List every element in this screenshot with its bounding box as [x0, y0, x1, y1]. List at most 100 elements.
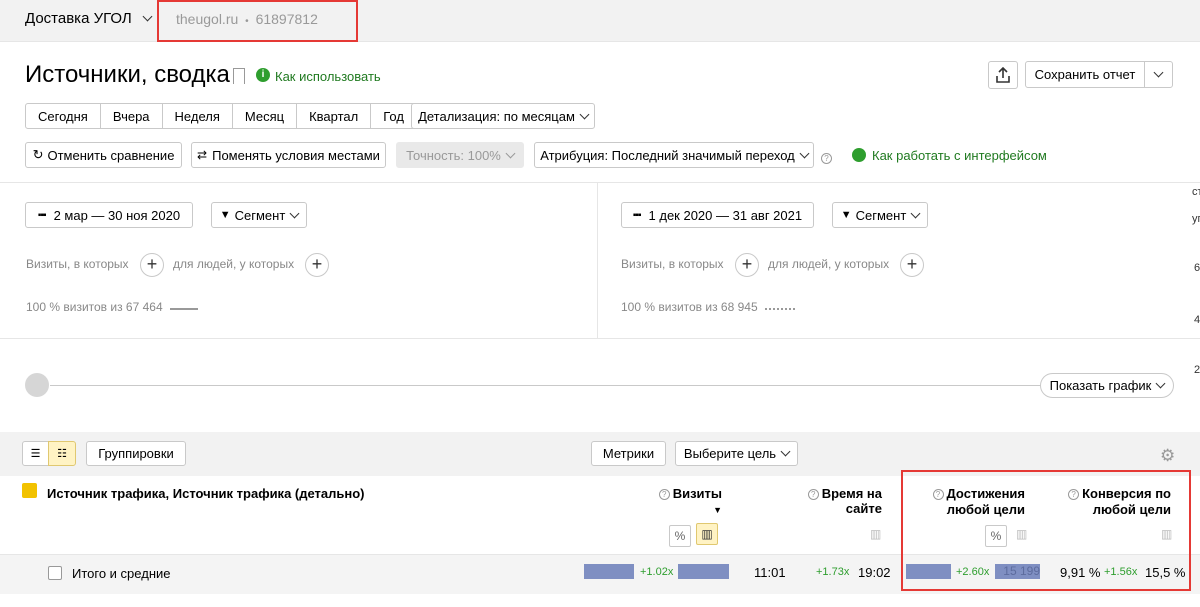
calendar-icon: ▪▪▪ [37, 209, 47, 221]
chart-icon[interactable] [25, 373, 49, 397]
gear-icon[interactable]: ⚙ [1160, 446, 1175, 466]
groupings-button[interactable]: Группировки [86, 441, 186, 466]
percent-toggle[interactable]: % [669, 525, 691, 547]
bookmark-icon[interactable] [233, 68, 245, 84]
edge-text: 4 [1194, 314, 1200, 326]
edge-text: 6 [1194, 262, 1200, 274]
refresh-icon: ↻ [32, 147, 44, 162]
period-today[interactable]: Сегодня [25, 103, 101, 129]
share-button[interactable] [988, 61, 1018, 89]
interface-link[interactable]: Как работать с интерфейсом [872, 148, 1047, 163]
time-value-a: 11:01 [754, 565, 786, 580]
time-delta: +1.73x [816, 566, 850, 578]
chevron-down-icon [910, 208, 921, 218]
chevron-down-icon [142, 11, 153, 22]
bar-chart-toggle[interactable]: ▥ [696, 523, 718, 545]
period-week[interactable]: Неделя [161, 103, 233, 129]
period-yesterday[interactable]: Вчера [99, 103, 163, 129]
add-people-filter-left[interactable]: + [305, 253, 329, 277]
edge-text: 2 [1194, 364, 1200, 376]
date-range-right[interactable]: ▪▪▪ 1 дек 2020 — 31 авг 2021 [621, 202, 814, 228]
counter-id: 61897812 [255, 11, 318, 27]
timeline-line [50, 385, 1045, 386]
dimension-header[interactable]: Источник трафика, Источник трафика (дета… [47, 486, 365, 501]
list-view-button[interactable]: ☰ [22, 441, 49, 466]
goal-columns-highlight-box [901, 470, 1191, 591]
interface-icon [852, 148, 866, 162]
col-time-header[interactable]: ? Время на сайте [770, 486, 882, 516]
attribution-select[interactable]: Атрибуция: Последний значимый переход [534, 142, 814, 168]
date-range-left-label: 2 мар — 30 ноя 2020 [53, 207, 181, 223]
people-filter-label-left: для людей, у которых [173, 257, 295, 271]
save-report-menu[interactable] [1144, 61, 1173, 88]
chevron-down-icon [579, 109, 590, 119]
segment-summary-right: 100 % визитов из 68 945 [621, 300, 758, 314]
help-icon[interactable]: ? [821, 150, 832, 165]
chevron-down-icon [289, 208, 300, 218]
visits-bar-a [584, 564, 634, 579]
tree-view-button[interactable]: ☷ [48, 441, 76, 466]
goal-select-label: Выберите цель [683, 446, 777, 461]
select-all-checkbox[interactable] [22, 483, 37, 498]
visits-filter-label-right: Визиты, в которых [621, 257, 724, 271]
date-range-left[interactable]: ▪▪▪ 2 мар — 30 ноя 2020 [25, 202, 193, 228]
row-checkbox[interactable] [48, 566, 62, 580]
period-month[interactable]: Месяц [231, 103, 298, 129]
cancel-compare-label: Отменить сравнение [47, 147, 175, 163]
filter-icon: ▼ [840, 209, 852, 221]
metrics-button[interactable]: Метрики [591, 441, 666, 466]
counter-site: theugol.ru [176, 11, 239, 27]
counter-name: Доставка УГОЛ [25, 10, 132, 27]
people-filter-label-right: для людей, у которых [768, 257, 890, 271]
segment-right-label: Сегмент [855, 207, 907, 223]
detail-select[interactable]: Детализация: по месяцам [411, 103, 595, 129]
total-label: Итого и средние [72, 566, 171, 581]
swap-conditions-button[interactable]: ⇄ Поменять условия местами [191, 142, 386, 168]
col-visits-label: Визиты [672, 486, 722, 501]
segment-right-button[interactable]: ▼ Сегмент [832, 202, 928, 228]
add-visits-filter-left[interactable]: + [140, 253, 164, 277]
chevron-down-icon [780, 446, 791, 457]
help-icon: ? [807, 489, 819, 500]
period-year[interactable]: Год [370, 103, 417, 129]
col-time-label: Время на сайте [821, 486, 882, 516]
chevron-down-icon [1155, 378, 1166, 389]
chevron-down-icon [505, 148, 516, 158]
sort-desc-icon: ▼ [713, 505, 722, 515]
cancel-compare-button[interactable]: ↻ Отменить сравнение [25, 142, 182, 168]
chevron-down-icon [799, 148, 810, 158]
chevron-down-icon [1153, 67, 1164, 78]
add-visits-filter-right[interactable]: + [735, 253, 759, 277]
show-chart-label: Показать график [1049, 378, 1152, 393]
info-icon: i [256, 68, 270, 82]
period-quarter[interactable]: Квартал [296, 103, 372, 129]
segment-left-button[interactable]: ▼ Сегмент [211, 202, 307, 228]
period-selector: Сегодня Вчера Неделя Месяц Квартал Год [25, 103, 417, 129]
swap-icon: ⇄ [197, 148, 208, 162]
counter-selector[interactable]: Доставка УГОЛ [25, 10, 153, 27]
visits-bar-b [678, 564, 729, 579]
attribution-label: Атрибуция: Последний значимый переход [540, 147, 795, 163]
edge-text: уг [1192, 213, 1200, 225]
series-line-solid [170, 308, 198, 310]
segment-divider [597, 183, 598, 338]
visits-delta: +1.02x [640, 566, 674, 578]
goal-select[interactable]: Выберите цель [675, 441, 798, 466]
share-icon [996, 67, 1010, 83]
bar-chart-icon[interactable]: ▥ [870, 527, 881, 541]
col-visits-header[interactable]: ? Визиты ▼ [648, 486, 722, 516]
page-title: Источники, сводка [25, 61, 230, 88]
counter-site-info: theugol.ru • 61897812 [176, 11, 318, 27]
accuracy-label: Точность: 100% [406, 147, 501, 163]
save-report-button[interactable]: Сохранить отчет [1025, 61, 1145, 88]
divider [0, 338, 1200, 339]
time-value-b: 19:02 [858, 565, 891, 580]
series-line-dotted [765, 308, 795, 310]
show-chart-button[interactable]: Показать график [1040, 373, 1174, 398]
accuracy-select[interactable]: Точность: 100% [396, 142, 524, 168]
howto-link[interactable]: Как использовать [275, 69, 381, 84]
calendar-icon: ▪▪▪ [632, 209, 642, 221]
add-people-filter-right[interactable]: + [900, 253, 924, 277]
edge-text: ст [1192, 186, 1200, 198]
segment-summary-left: 100 % визитов из 67 464 [26, 300, 163, 314]
